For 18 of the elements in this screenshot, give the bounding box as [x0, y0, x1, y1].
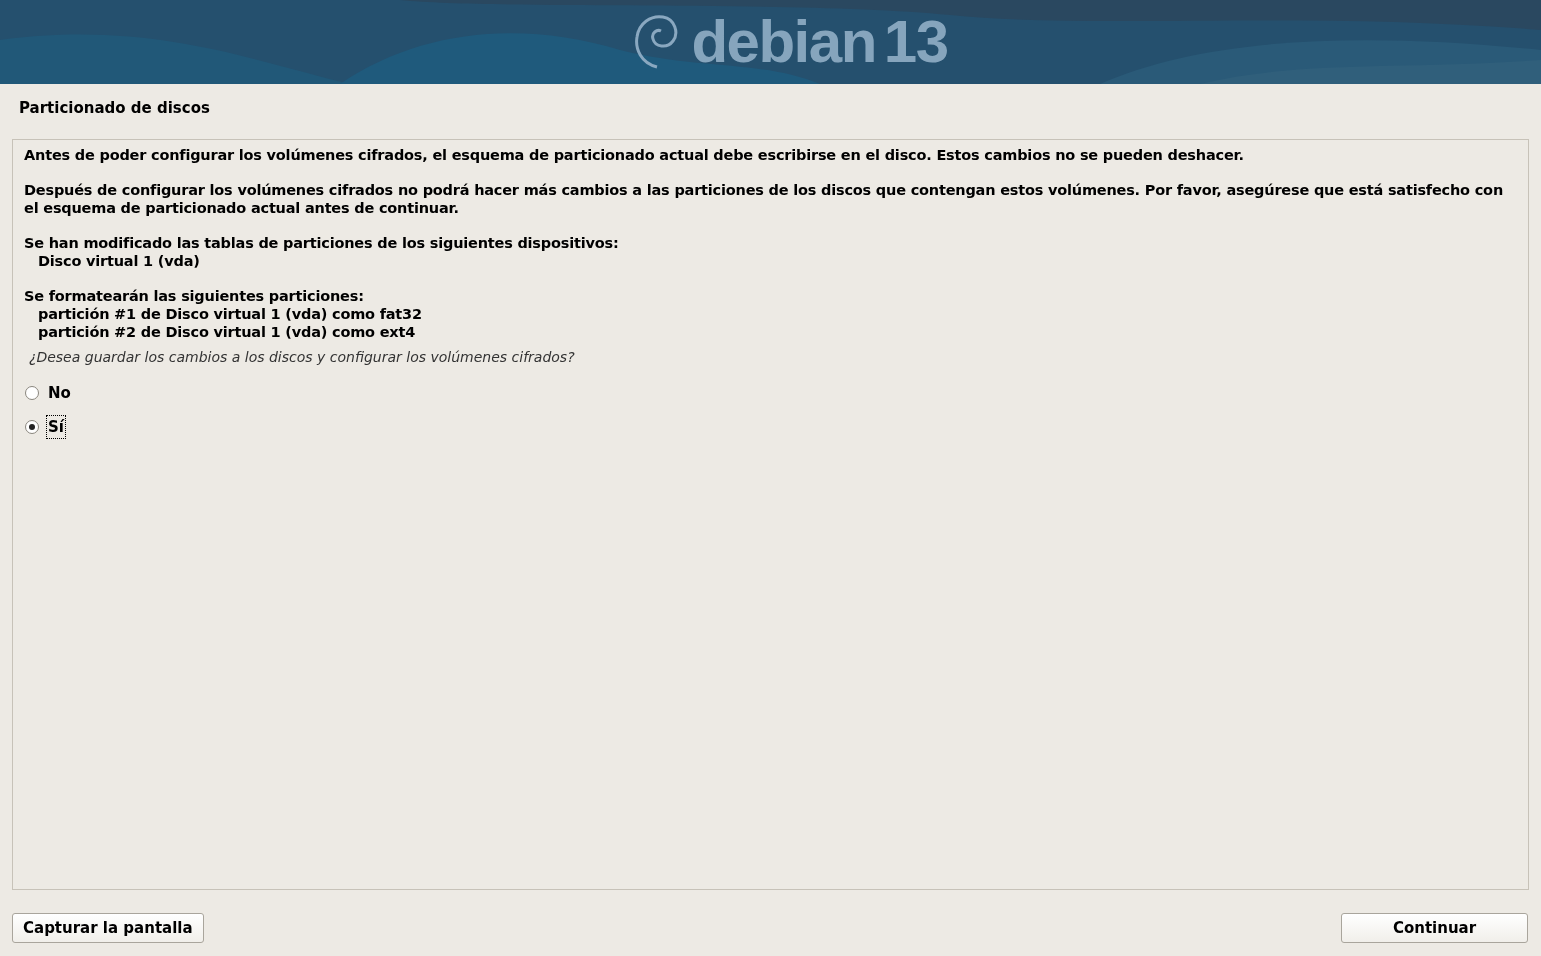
version-text: 13 [883, 12, 948, 72]
swirl-logo-icon [633, 13, 680, 71]
paragraph-text: Se han modificado las tablas de particiones de los siguientes dispositivos: [24, 234, 620, 252]
screenshot-button[interactable]: Capturar la pantalla [12, 913, 204, 943]
paragraph-text: Se formatearán las siguientes particiones: [24, 287, 365, 305]
list-item-text: Disco virtual 1 (vda) [37, 252, 201, 270]
radio-button[interactable] [25, 386, 39, 400]
list-item-text: partición #1 de Disco virtual 1 (vda) como fat32 [37, 305, 423, 323]
logo-text: debian [691, 12, 876, 72]
continue-button[interactable]: Continuar [1341, 913, 1528, 943]
page-title: Particionado de discos [18, 98, 211, 119]
paragraph-text: Antes de poder configurar los volúmenes cifrados, el esquema de particionado actual debe escribirse en el disco. Estos cambios no se pueden deshacer. [24, 146, 1245, 164]
question-text: ¿Desea guardar los cambios a los discos y configurar los volúmenes cifrados? [28, 348, 576, 367]
option-label[interactable]: Sí [46, 414, 66, 440]
radio-button[interactable] [25, 420, 39, 434]
paragraph-text: Después de configurar los volúmenes cifrados no podrá hacer más cambios a las particiones de los discos que contengan estos volúmenes. Por favor, asegúrese que está satisfecho con el esquema de particionado actual antes de continuar. [24, 181, 1504, 217]
list-item-text: partición #2 de Disco virtual 1 (vda) como ext4 [37, 323, 417, 341]
option-label[interactable]: No [46, 380, 73, 406]
